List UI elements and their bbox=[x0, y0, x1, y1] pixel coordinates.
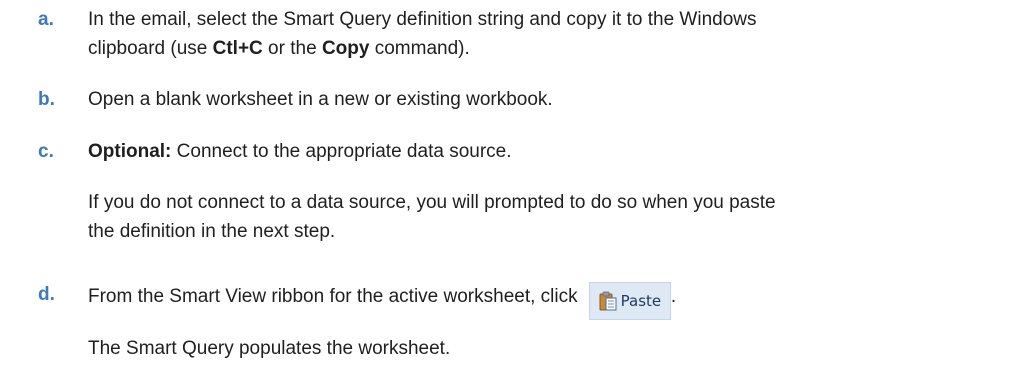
step-a-line2-mid: or the bbox=[262, 38, 322, 59]
copy-command: Copy bbox=[321, 38, 370, 59]
step-a-text: In the email, select the Smart Query def… bbox=[88, 7, 1033, 61]
step-c-body: Connect to the appropriate data source. bbox=[171, 141, 512, 162]
paste-button[interactable]: Paste bbox=[588, 282, 671, 320]
step-a-marker: a. bbox=[38, 9, 54, 30]
step-b-marker: b. bbox=[38, 89, 55, 110]
step-d-result: The Smart Query populates the worksheet. bbox=[88, 338, 451, 359]
step-c: c. Optional: Connect to the appropriate … bbox=[38, 139, 1033, 164]
paste-button-label: Paste bbox=[620, 291, 662, 310]
step-a-line2: clipboard (use Ctl+C or the Copy command… bbox=[88, 36, 1033, 61]
step-a-line2-pre: clipboard (use bbox=[88, 38, 213, 59]
step-b: b. Open a blank worksheet in a new or ex… bbox=[38, 87, 1033, 112]
step-c-note-line1: If you do not connect to a data source, … bbox=[88, 192, 776, 213]
step-a-line1: In the email, select the Smart Query def… bbox=[88, 9, 757, 30]
step-a-line2-post: command). bbox=[369, 38, 470, 59]
step-d-text: From the Smart View ribbon for the activ… bbox=[88, 282, 1033, 320]
shortcut-ctl-c: Ctl+C bbox=[212, 38, 263, 59]
step-c-note-line2: the definition in the next step. bbox=[88, 221, 336, 242]
clipboard-paste-icon bbox=[599, 291, 617, 311]
step-c-note: If you do not connect to a data source, … bbox=[88, 190, 1033, 244]
optional-label: Optional: bbox=[88, 141, 172, 162]
step-c-text: Optional: Connect to the appropriate dat… bbox=[88, 139, 1033, 164]
step-c-marker: c. bbox=[38, 141, 54, 162]
step-b-text: Open a blank worksheet in a new or exist… bbox=[88, 89, 553, 110]
step-d-body: From the Smart View ribbon for the activ… bbox=[88, 286, 583, 307]
step-a: a. In the email, select the Smart Query … bbox=[38, 7, 1033, 61]
step-d-period: . bbox=[670, 286, 677, 307]
step-d: d. From the Smart View ribbon for the ac… bbox=[38, 282, 1033, 320]
step-d-marker: d. bbox=[38, 284, 55, 305]
